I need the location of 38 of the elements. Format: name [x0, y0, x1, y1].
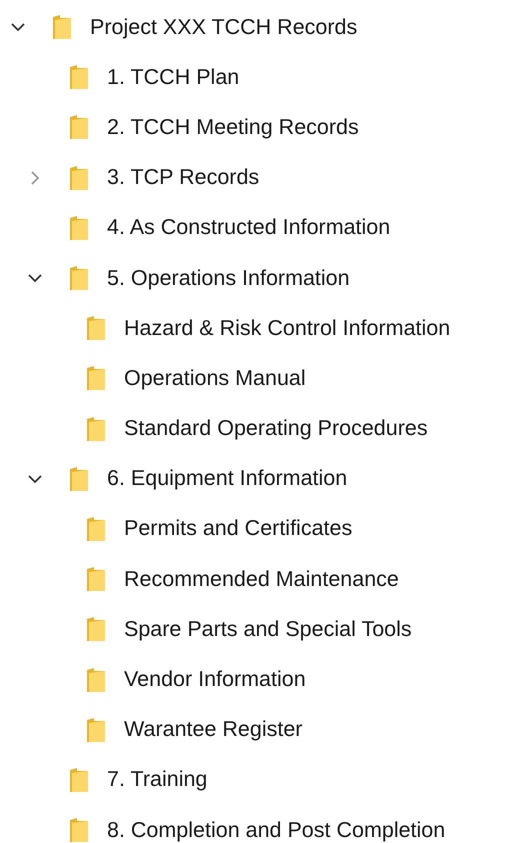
folder-name[interactable]: Operations Manual	[124, 366, 306, 391]
folder-name[interactable]: Recommended Maintenance	[124, 566, 399, 592]
folder-icon	[69, 466, 89, 492]
chevron-down-icon[interactable]	[27, 273, 43, 284]
chevron-down-icon[interactable]	[27, 474, 43, 484]
folder-icon	[86, 365, 106, 392]
folder-name[interactable]: Standard Operating Procedures	[124, 416, 428, 442]
folder-icon	[69, 265, 89, 292]
folder-name[interactable]: 1. TCCH Plan	[107, 64, 240, 90]
folder-icon	[69, 766, 89, 793]
folder-icon	[52, 14, 72, 40]
folder-icon	[86, 616, 106, 642]
folder-icon	[86, 416, 106, 442]
folder-icon	[86, 315, 106, 342]
folder-icon	[86, 516, 106, 542]
folder-icon	[69, 164, 89, 191]
folder-icon	[69, 817, 89, 843]
folder-name[interactable]: 2. TCCH Meeting Records	[107, 114, 359, 140]
folder-name[interactable]: Vendor Information	[124, 667, 306, 692]
folder-name[interactable]: Hazard & Risk Control Information	[124, 316, 450, 341]
folder-name[interactable]: Permits and Certificates	[124, 516, 352, 542]
folder-icon	[86, 566, 106, 592]
folder-icon	[69, 214, 89, 241]
folder-name[interactable]: 5. Operations Information	[107, 266, 350, 291]
folder-icon	[69, 64, 89, 90]
folder-name[interactable]: 6. Equipment Information	[107, 466, 348, 492]
folder-name[interactable]: Spare Parts and Special Tools	[124, 616, 412, 642]
chevron-right-icon[interactable]	[30, 170, 40, 186]
chevron-down-icon[interactable]	[10, 22, 26, 32]
folder-name[interactable]: Warantee Register	[124, 717, 302, 742]
folder-name[interactable]: Project XXX TCCH Records	[90, 14, 358, 40]
folder-name[interactable]: 8. Completion and Post Completion	[107, 818, 446, 843]
folder-icon	[69, 114, 89, 140]
folder-icon	[86, 716, 106, 743]
folder-name[interactable]: 4. As Constructed Information	[107, 215, 390, 240]
folder-icon	[86, 666, 106, 693]
folder-name[interactable]: 3. TCP Records	[107, 165, 260, 190]
folder-name[interactable]: 7. Training	[107, 767, 208, 792]
